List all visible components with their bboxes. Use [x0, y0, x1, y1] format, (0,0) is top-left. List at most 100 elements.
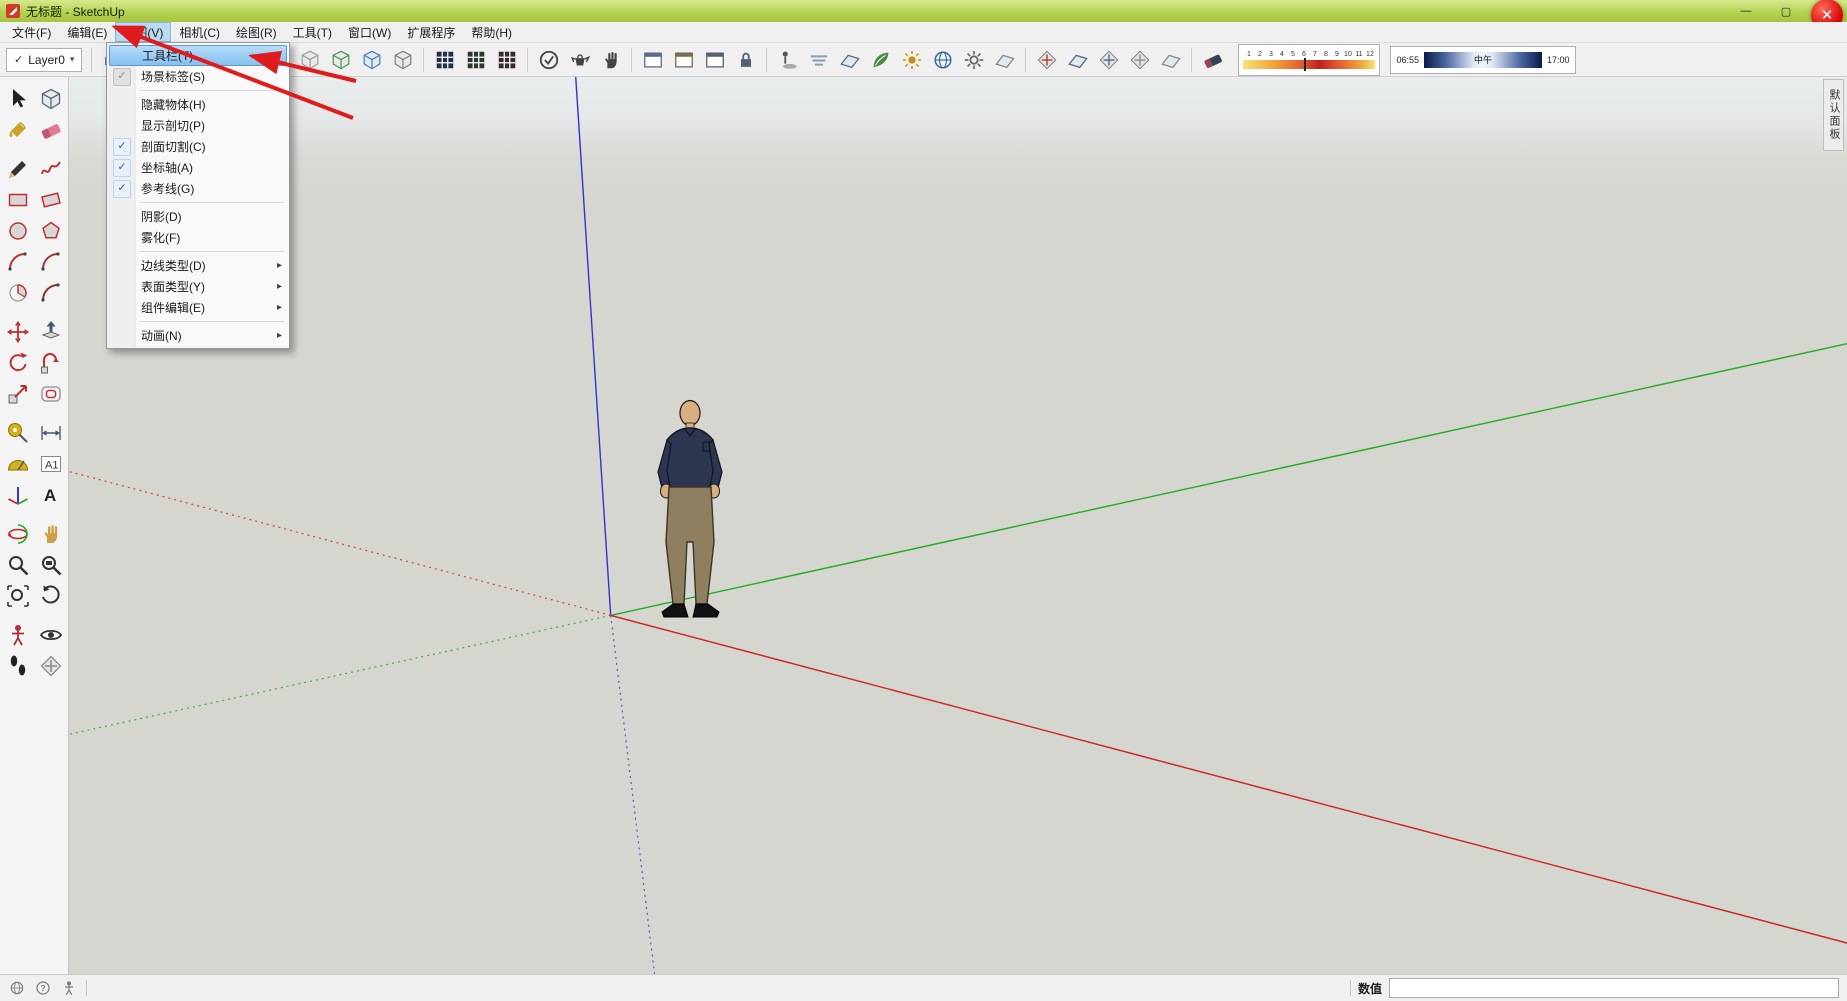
- extension-warehouse-button[interactable]: [533, 44, 564, 75]
- view-menu-item-axes[interactable]: ✓坐标轴(A): [109, 157, 287, 178]
- drawing-viewport[interactable]: 默认面板: [69, 77, 1847, 975]
- window-preview-button[interactable]: [668, 44, 699, 75]
- orbit-tool[interactable]: [5, 521, 31, 547]
- circle-tool[interactable]: [5, 218, 31, 244]
- time-gradient-bar[interactable]: 中午: [1424, 52, 1542, 68]
- window-default-tray-button[interactable]: [699, 44, 730, 75]
- view-menu-item-hidden-geometry[interactable]: 隐藏物体(H): [109, 94, 287, 115]
- menu-draw[interactable]: 绘图(R): [228, 22, 285, 42]
- paint-bucket-tool[interactable]: [5, 117, 31, 143]
- view-menu-item-animation[interactable]: 动画(N)▸: [109, 325, 287, 346]
- style-shaded-textures-button[interactable]: [356, 44, 387, 75]
- view-menu-item-scene-tabs[interactable]: ✓场景标签(S): [109, 66, 287, 87]
- two-point-arc-tool[interactable]: [38, 249, 64, 275]
- style-shaded-button[interactable]: [325, 44, 356, 75]
- previous-view-tool[interactable]: [38, 583, 64, 609]
- window-new-button[interactable]: [637, 44, 668, 75]
- rotated-rectangle-tool[interactable]: [38, 187, 64, 213]
- move-tool[interactable]: [5, 319, 31, 345]
- view-menu-item-guides[interactable]: ✓参考线(G): [109, 178, 287, 199]
- menu-extensions[interactable]: 扩展程序: [399, 22, 463, 42]
- follow-me-tool[interactable]: [38, 350, 64, 376]
- offset-tool[interactable]: [38, 381, 64, 407]
- month-gradient-bar[interactable]: [1243, 60, 1375, 69]
- display-section-fill-button[interactable]: [1124, 44, 1155, 75]
- section-plane-tool-tool[interactable]: [38, 653, 64, 679]
- look-around-tool[interactable]: [38, 622, 64, 648]
- match-photo-button[interactable]: [834, 44, 865, 75]
- rotate-tool[interactable]: [5, 350, 31, 376]
- minimize-button[interactable]: —: [1731, 2, 1761, 20]
- protractor-tool[interactable]: [5, 451, 31, 477]
- pan-tool[interactable]: [38, 521, 64, 547]
- share-model-button[interactable]: [595, 44, 626, 75]
- date-slider-handle[interactable]: [1304, 58, 1306, 71]
- rectangle-tool[interactable]: [5, 187, 31, 213]
- menu-edit[interactable]: 编辑(E): [59, 22, 115, 42]
- three-point-arc-tool[interactable]: [38, 280, 64, 306]
- dimension-tool[interactable]: [38, 420, 64, 446]
- layer-dropdown[interactable]: ✓ Layer0 ▾: [6, 48, 82, 72]
- geolocation-icon[interactable]: [8, 980, 25, 997]
- menu-window[interactable]: 窗口(W): [340, 22, 399, 42]
- 3d-text-tool[interactable]: [38, 482, 64, 508]
- view-menu-item-fog[interactable]: 雾化(F): [109, 227, 287, 248]
- walk-tool[interactable]: [5, 653, 31, 679]
- arc-tool[interactable]: [5, 249, 31, 275]
- zoom-extents-tool[interactable]: [5, 583, 31, 609]
- settings-gear-button[interactable]: [958, 44, 989, 75]
- text-tool[interactable]: [38, 451, 64, 477]
- menu-file[interactable]: 文件(F): [4, 22, 59, 42]
- view-menu-item-section-planes[interactable]: 显示剖切(P): [109, 115, 287, 136]
- measurements-input[interactable]: [1389, 978, 1839, 998]
- window-lock-button[interactable]: [730, 44, 761, 75]
- fog-button[interactable]: [803, 44, 834, 75]
- axes-tool[interactable]: [5, 482, 31, 508]
- section-outline-button[interactable]: [1155, 44, 1186, 75]
- style-monochrome-button[interactable]: [387, 44, 418, 75]
- zoom-tool[interactable]: [5, 552, 31, 578]
- soften-eraser-button[interactable]: [1197, 44, 1228, 75]
- sun-position-button[interactable]: [896, 44, 927, 75]
- view-menu-item-toolbars[interactable]: 工具栏(T)...: [109, 45, 287, 66]
- person-figure[interactable]: [645, 392, 735, 622]
- view-menu-item-face-style[interactable]: 表面类型(Y)▸: [109, 276, 287, 297]
- view-menu-item-edge-style[interactable]: 边线类型(D)▸: [109, 255, 287, 276]
- view-menu-item-shadows[interactable]: 阴影(D): [109, 206, 287, 227]
- geo-location-button[interactable]: [927, 44, 958, 75]
- user-icon[interactable]: [60, 980, 77, 997]
- menu-help[interactable]: 帮助(H): [463, 22, 520, 42]
- display-section-planes-button[interactable]: [1062, 44, 1093, 75]
- make-component-tool[interactable]: [38, 86, 64, 112]
- help-icon[interactable]: [34, 980, 51, 997]
- scale-tool[interactable]: [5, 381, 31, 407]
- zoom-window-tool[interactable]: [38, 552, 64, 578]
- select-tool[interactable]: [5, 86, 31, 112]
- display-section-cuts-button[interactable]: [1093, 44, 1124, 75]
- tray-components-button[interactable]: [429, 44, 460, 75]
- soften-edges-button[interactable]: [989, 44, 1020, 75]
- freehand-tool[interactable]: [38, 156, 64, 182]
- eraser-tool[interactable]: [38, 117, 64, 143]
- menu-camera[interactable]: 相机(C): [171, 22, 228, 42]
- tray-styles-button[interactable]: [491, 44, 522, 75]
- menu-tools[interactable]: 工具(T): [285, 22, 340, 42]
- tape-measure-tool[interactable]: [5, 420, 31, 446]
- texture-image-button[interactable]: [865, 44, 896, 75]
- style-hidden-line-button[interactable]: [294, 44, 325, 75]
- menu-view[interactable]: 视图(V): [115, 22, 171, 42]
- view-menu-item-component-edit[interactable]: 组件编辑(E)▸: [109, 297, 287, 318]
- view-menu-item-section-cuts[interactable]: ✓剖面切割(C): [109, 136, 287, 157]
- tray-materials-button[interactable]: [460, 44, 491, 75]
- position-camera-tool[interactable]: [5, 622, 31, 648]
- 3d-warehouse-button[interactable]: [564, 44, 595, 75]
- shadow-date-slider[interactable]: 123456789101112: [1238, 44, 1380, 76]
- maximize-button[interactable]: ▢: [1771, 2, 1801, 20]
- default-tray-tab[interactable]: 默认面板: [1823, 79, 1844, 151]
- section-plane-button[interactable]: [1031, 44, 1062, 75]
- shadow-settings-button[interactable]: [772, 44, 803, 75]
- polygon-tool[interactable]: [38, 218, 64, 244]
- shadow-time-slider[interactable]: 06:55 中午 17:00: [1390, 46, 1575, 74]
- pie-tool[interactable]: [5, 280, 31, 306]
- push-pull-tool[interactable]: [38, 319, 64, 345]
